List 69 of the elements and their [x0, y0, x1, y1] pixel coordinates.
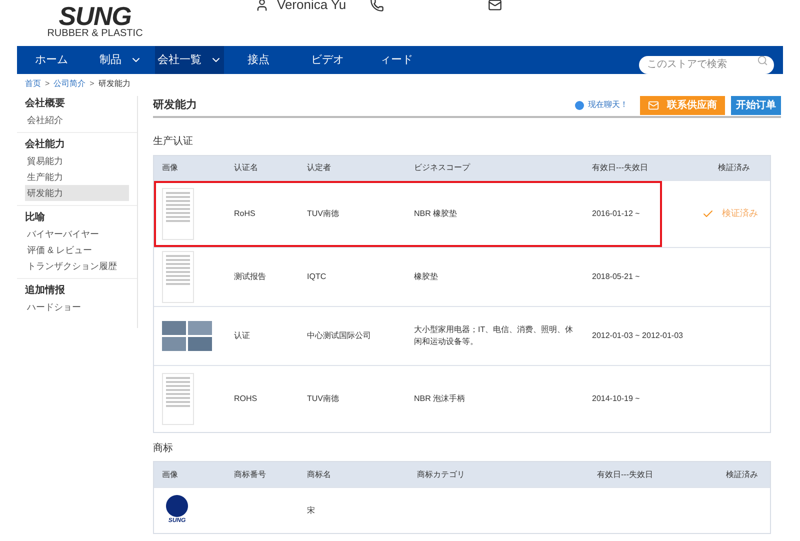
nav-tab[interactable]: 接点	[224, 46, 293, 74]
table-cell-text: 橡胶垫	[414, 271, 439, 283]
section-label: 商标	[153, 442, 174, 456]
section-label: 生产认证	[153, 134, 194, 149]
sidebar-heading: 追加情报	[25, 284, 66, 298]
column-header: 商标カテゴリ	[417, 468, 466, 480]
start-order-button[interactable]: 开始订单	[731, 96, 781, 114]
table-cell-text: RoHS	[234, 208, 256, 220]
page-title: 研发能力	[153, 98, 197, 113]
sidebar-item[interactable]: 研发能力	[25, 185, 129, 201]
column-header: 有效日---失效日	[592, 162, 649, 174]
sidebar-item[interactable]: 评価 & レビュー	[25, 242, 129, 258]
document-thumbnail	[162, 251, 194, 303]
table-cell-text: 2018-05-21 ~	[592, 271, 641, 283]
sidebar-heading: 会社概要	[25, 96, 66, 111]
nav-tab[interactable]: 会社一覧	[155, 46, 224, 74]
breadcrumb-link[interactable]: 首页	[25, 78, 41, 90]
table-cell-text: 大小型家用电器；IT、电信、消费、照明、休闲和运动设备等。	[414, 324, 574, 348]
sidebar-item[interactable]: ハードショー	[25, 299, 129, 315]
sidebar-heading: 会社能力	[25, 138, 66, 152]
table-cell-text: TUV南德	[307, 393, 340, 405]
table-cell-text: 测试报告	[234, 271, 267, 283]
breadcrumb-separator: >	[90, 78, 94, 90]
chat-icon	[575, 100, 584, 110]
sidebar-item[interactable]: バイヤーバイヤー	[25, 226, 129, 242]
sidebar-item[interactable]: 会社紹介	[25, 112, 129, 128]
table-cell-text: 中心测试国际公司	[307, 330, 372, 342]
table-cell-text: 2014-10-19 ~	[592, 393, 641, 405]
table-cell-text: 宋	[307, 504, 316, 516]
photo-thumbnail	[162, 321, 212, 351]
column-header: 検証済み	[718, 162, 750, 174]
table-cell-text: NBR 橡胶垫	[414, 208, 458, 220]
nav-tab[interactable]: ビデオ	[293, 46, 362, 74]
person-icon	[255, 0, 269, 12]
verified-label: 検证済み	[722, 207, 758, 220]
document-thumbnail	[162, 373, 194, 425]
sidebar-heading: 比喻	[25, 210, 46, 225]
column-header: ビジネスコープ	[414, 162, 472, 174]
table-cell-text: IQTC	[307, 271, 328, 283]
sidebar-item[interactable]: トランザクション履歴	[25, 258, 129, 274]
mail-icon	[488, 0, 502, 12]
search-icon	[757, 55, 768, 66]
table-cell-text: NBR 泡沫手柄	[414, 393, 466, 405]
table-cell-text: ROHS	[234, 393, 258, 405]
breadcrumb-link[interactable]: 公司简介	[54, 78, 86, 90]
phone-icon	[370, 0, 384, 12]
company-logo[interactable]: SUNG RUBBER & PLASTIC	[45, 4, 145, 40]
column-header: 有效日---失效日	[597, 468, 654, 480]
column-header: 画像	[162, 468, 179, 480]
sidebar-item[interactable]: 貿易能力	[25, 153, 129, 169]
nav-tab[interactable]: ィード	[362, 46, 431, 74]
column-header: 商标番号	[234, 468, 267, 480]
column-header: 认定者	[307, 162, 332, 174]
table-cell-text: 认证	[234, 330, 251, 342]
search-field[interactable]: このストアで検索	[639, 56, 774, 74]
column-header: 认证名	[234, 162, 259, 174]
table-cell-text: 2012-01-03 ~ 2012-01-03	[592, 330, 684, 342]
column-header: 画像	[162, 162, 179, 174]
table-cell-text: 2016-01-12 ~	[592, 208, 641, 220]
column-header: 検証済み	[726, 468, 758, 480]
mail-icon	[648, 100, 659, 110]
sidebar-item[interactable]: 生产能力	[25, 169, 129, 185]
column-header: 商标名	[307, 468, 332, 480]
chat-link[interactable]: 现在聊天！	[588, 99, 628, 111]
nav-tab[interactable]: ホーム	[17, 46, 86, 74]
table-cell-text: TUV南德	[307, 208, 340, 220]
nav-tab[interactable]: 制品	[86, 46, 155, 74]
breadcrumb-separator: >	[45, 78, 50, 90]
document-thumbnail	[162, 188, 194, 240]
